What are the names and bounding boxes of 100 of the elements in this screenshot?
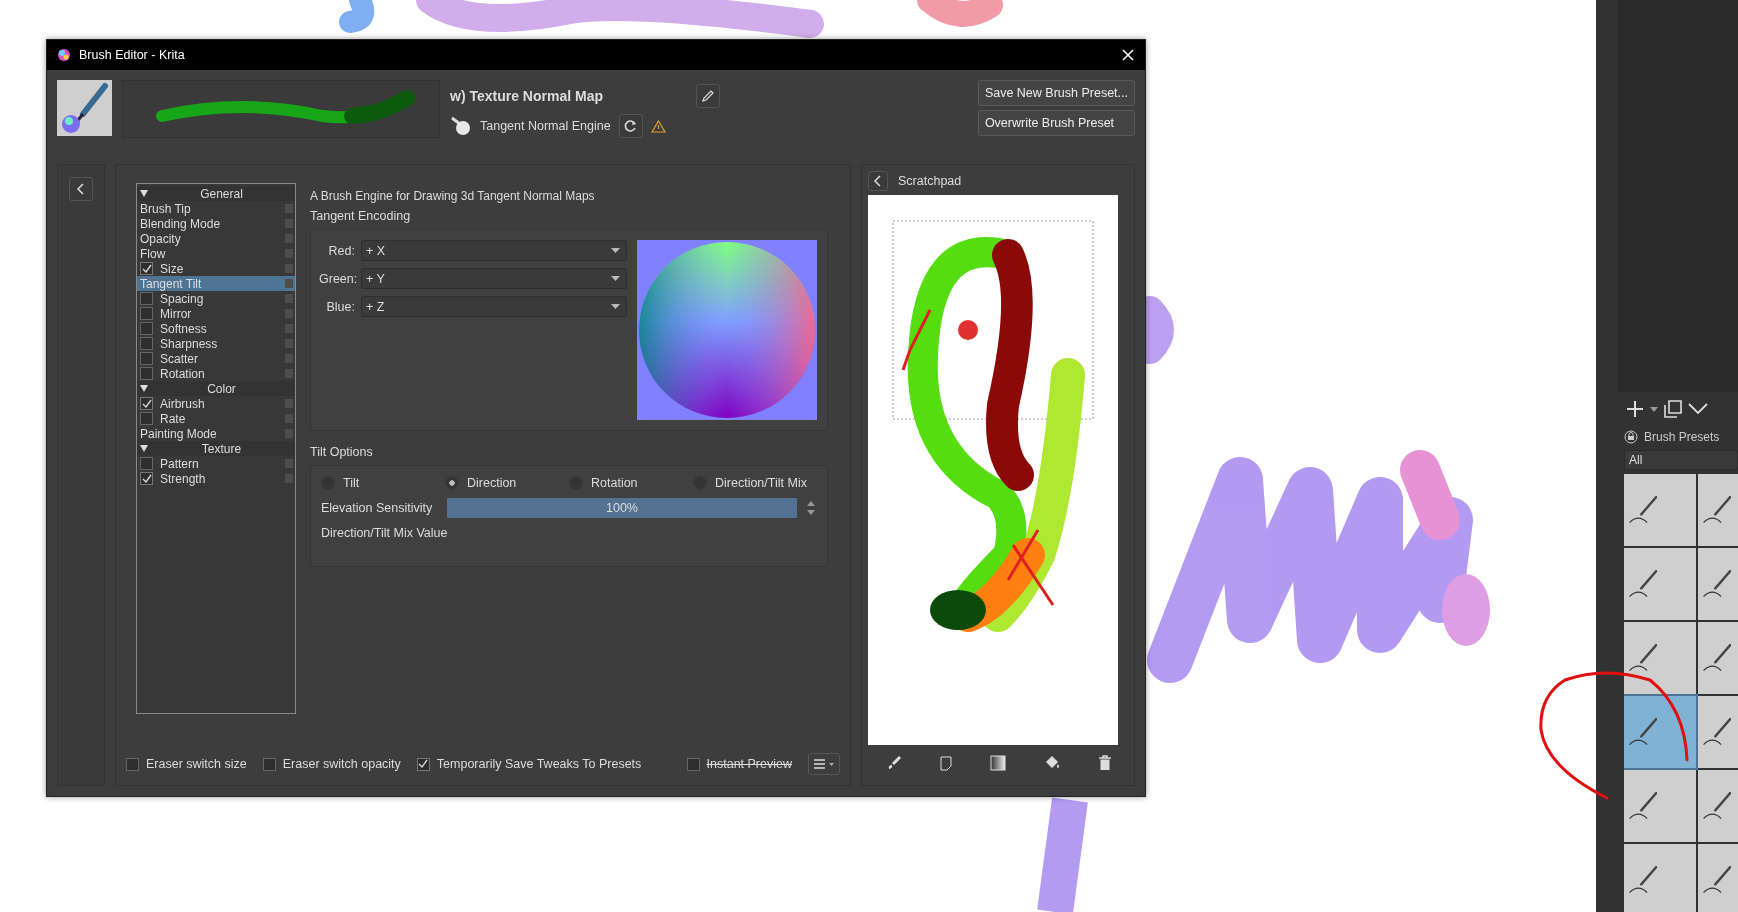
pen-stroke-icon [1703,717,1731,746]
tree-item[interactable]: Pattern [137,456,295,471]
checkbox[interactable] [140,307,153,320]
checkbox[interactable] [140,472,153,485]
tree-item[interactable]: Scatter [137,351,295,366]
checkbox[interactable] [140,457,153,470]
trash-icon[interactable] [1097,755,1112,771]
checkbox[interactable] [262,757,276,771]
close-icon[interactable] [1121,48,1135,62]
radio-option[interactable]: Direction [445,476,569,490]
preset-name: w) Texture Normal Map [450,88,603,104]
option-checkbox[interactable]: Temporarily Save Tweaks To Presets [416,757,642,771]
tag-filter-dropdown[interactable]: All [1624,449,1738,470]
tree-item[interactable]: Opacity [137,231,295,246]
field-label: Green: [319,271,355,286]
brush-preset-tile[interactable] [1624,695,1696,768]
tree-item[interactable]: Sharpness [137,336,295,351]
pen-stroke-icon [1703,865,1731,894]
tree-item[interactable]: Size [137,261,295,276]
gradient-icon[interactable] [990,755,1006,771]
dropdown-caret-icon [611,304,620,309]
brush-preset-thumbnail [57,80,112,136]
brush-preset-tile[interactable] [1624,843,1696,912]
checkbox[interactable] [416,757,430,771]
engine-description: A Brush Engine for Drawing 3d Tangent Normal Maps [310,189,596,203]
checkbox[interactable] [686,757,700,771]
tree-item[interactable]: Strength [137,471,295,486]
tree-group[interactable]: Color [137,381,295,396]
tree-item[interactable]: Spacing [137,291,295,306]
collapse-button[interactable] [69,177,93,201]
tree-item[interactable]: Rate [137,411,295,426]
checkbox[interactable] [140,322,153,335]
engine-icon [450,116,472,136]
caret-icon[interactable] [1650,406,1658,412]
tree-item[interactable]: Rotation [137,366,295,381]
rename-button[interactable] [696,84,720,108]
pen-stroke-icon [1629,791,1657,820]
checkbox[interactable] [140,337,153,350]
checkbox[interactable] [140,412,153,425]
plus-icon[interactable] [1626,400,1644,419]
tree-group[interactable]: General [137,186,295,201]
brush-preset-tile[interactable] [1624,473,1696,546]
tree-item[interactable]: Airbrush [137,396,295,411]
pen-stroke-icon [1629,865,1657,894]
collapse-button[interactable] [868,171,888,191]
checkbox[interactable] [140,397,153,410]
brush-preset-tile[interactable] [1624,621,1696,694]
tree-group[interactable]: Texture [137,441,295,456]
section-title: Tangent Encoding [310,209,412,223]
pencil-icon [701,89,715,103]
pen-stroke-icon [1703,569,1731,598]
checkbox[interactable] [140,292,153,305]
panel-title: Scratchpad [898,174,962,188]
option-checkbox[interactable]: Eraser switch opacity [262,757,401,771]
chevron-left-icon [873,175,883,187]
section-title: Tilt Options [310,445,374,459]
duplicate-icon[interactable] [1664,400,1682,419]
docker-title: Brush Presets [1644,430,1720,445]
field-label: Elevation Sensitivity [321,501,434,515]
menu-icon [814,759,834,769]
expand-triangle-icon [140,190,148,197]
tree-item[interactable]: Softness [137,321,295,336]
tree-item[interactable]: Brush Tip [137,201,295,216]
app-logo-icon [57,48,71,62]
checkbox[interactable] [140,262,153,275]
tree-item[interactable]: Flow [137,246,295,261]
checkbox[interactable] [140,352,153,365]
channel-dropdown[interactable]: + Z [361,296,627,317]
checkbox[interactable] [140,367,153,380]
radio-option[interactable]: Tilt [321,476,445,490]
menu-button[interactable] [808,753,840,775]
channel-dropdown[interactable]: + Y [361,268,627,289]
tree-item[interactable]: Tangent Tilt [137,276,295,291]
pen-stroke-icon [1703,643,1731,672]
brush-icon[interactable] [886,755,903,771]
pen-stroke-icon [1629,717,1657,746]
tree-item[interactable]: Painting Mode [137,426,295,441]
brush-preset-tile[interactable] [1624,769,1696,842]
instant-preview-checkbox[interactable]: Instant Preview [686,757,792,771]
preset-button[interactable]: Overwrite Brush Preset [977,110,1135,136]
tree-item[interactable]: Mirror [137,306,295,321]
channel-dropdown[interactable]: + X [361,240,627,261]
chevron-down-icon[interactable] [1688,403,1708,416]
brush-preset-tile[interactable] [1624,547,1696,620]
checkbox[interactable] [126,757,139,771]
pen-stroke-icon [1629,643,1657,672]
reload-button[interactable] [618,114,643,138]
tree-item[interactable]: Blending Mode [137,216,295,231]
chevron-left-icon [76,183,86,195]
elevation-slider[interactable]: 100% [447,498,797,518]
field-label: Direction/Tilt Mix Value [321,526,449,540]
window-title: Brush Editor - Krita [79,48,185,62]
radio-option[interactable]: Rotation [569,476,693,490]
radio-option[interactable]: Direction/Tilt Mix [693,476,817,490]
option-checkbox[interactable]: Eraser switch size [126,757,247,771]
pen-stroke-icon [1703,791,1731,820]
warning-icon [650,119,666,133]
pen-stroke-icon [1703,495,1731,524]
lock-icon[interactable] [1624,430,1638,445]
preset-button[interactable]: Save New Brush Preset... [977,80,1135,106]
